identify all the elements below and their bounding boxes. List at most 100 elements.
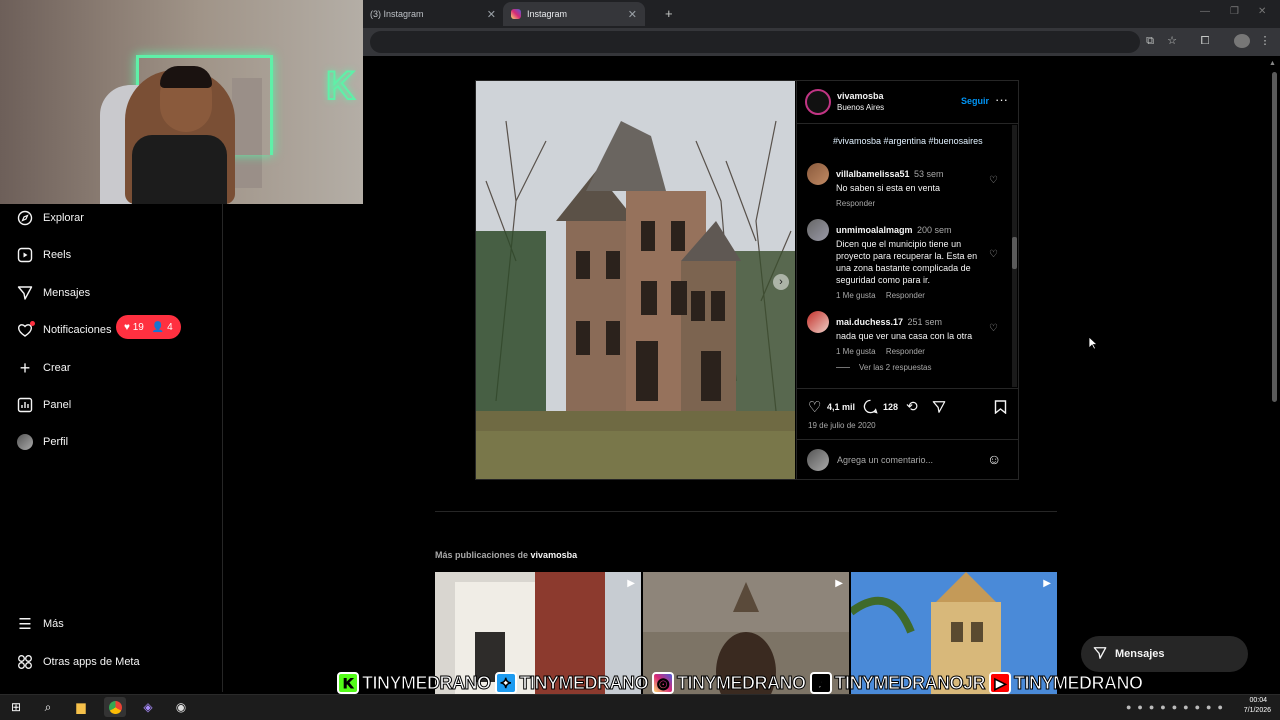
close-window-icon[interactable]: ✕ xyxy=(1258,6,1266,17)
messages-float-button[interactable]: Mensajes xyxy=(1081,636,1248,672)
comments-scroll-thumb[interactable] xyxy=(1012,237,1017,269)
close-icon[interactable]: ✕ xyxy=(487,8,496,21)
comment-like-icon[interactable]: ♡ xyxy=(989,175,998,186)
follow-button[interactable]: Seguir xyxy=(961,96,989,106)
nav-item-mas[interactable]: ☰ Más xyxy=(16,612,64,636)
next-photo-icon[interactable]: › xyxy=(773,274,789,290)
author-username[interactable]: vivamosba xyxy=(837,91,884,101)
mouse-cursor-icon xyxy=(1088,336,1099,355)
comment-like-icon[interactable]: ♡ xyxy=(989,323,998,334)
reels-icon xyxy=(16,246,34,264)
comment-icon[interactable] xyxy=(863,399,878,419)
nav-item-mensajes[interactable]: Mensajes xyxy=(16,281,90,305)
comment-text: nada que ver una casa con la otra xyxy=(836,331,973,341)
chrome-icon[interactable] xyxy=(104,697,126,717)
twitter-handle: ✦ TINYMEDRANO xyxy=(494,672,649,694)
comment-username[interactable]: villalbamelissa51 xyxy=(836,169,910,179)
commenter-avatar[interactable] xyxy=(807,311,829,333)
follows-count: 👤 4 xyxy=(151,321,173,333)
post-location[interactable]: Buenos Aires xyxy=(837,103,884,112)
comment-count[interactable]: 128 xyxy=(883,402,898,412)
comment-text: Dicen que el municipio tiene un proyecto… xyxy=(836,239,978,285)
comment-username[interactable]: unmimoalalmagm xyxy=(836,225,913,235)
windows-taskbar xyxy=(0,694,1280,720)
restore-icon[interactable]: ❐ xyxy=(1230,6,1239,17)
abandoned-house-illustration xyxy=(476,81,795,479)
nav-item-notificaciones[interactable]: Notificaciones xyxy=(16,318,111,342)
nav-label: Notificaciones xyxy=(43,324,112,336)
clock-time[interactable]: 00:04 xyxy=(1243,697,1267,704)
nav-item-panel[interactable]: Panel xyxy=(16,393,71,417)
discord-icon[interactable]: ◈ xyxy=(137,697,159,717)
repost-icon[interactable]: ⟲ xyxy=(906,398,918,415)
scroll-up-icon[interactable]: ▲ xyxy=(1269,60,1276,67)
share-icon[interactable] xyxy=(932,400,946,419)
address-bar[interactable] xyxy=(370,31,1140,53)
follows-count-value: 4 xyxy=(167,321,173,333)
nav-label: Perfil xyxy=(43,436,69,448)
nav-item-explorar[interactable]: Explorar xyxy=(16,206,84,230)
nav-item-crear[interactable]: + Crear xyxy=(16,356,71,380)
search-icon[interactable]: ⌕ xyxy=(37,697,59,717)
tiktok-icon: ♪ xyxy=(809,672,832,694)
current-user-avatar xyxy=(807,449,829,471)
comment-like-icon[interactable]: ♡ xyxy=(989,249,998,260)
reply-link[interactable]: Responder xyxy=(886,291,925,300)
more-options-icon[interactable]: ··· xyxy=(995,92,1008,107)
new-tab-button[interactable]: + xyxy=(665,6,673,21)
browser-tab-inactive[interactable]: (3) Instagram ✕ xyxy=(362,2,504,26)
like-count[interactable]: 4,1 mil xyxy=(827,402,855,412)
comment-likes[interactable]: 1 Me gusta xyxy=(836,291,876,300)
reply-link[interactable]: Responder xyxy=(836,199,986,208)
clock-date[interactable]: 7/1/2026 xyxy=(1235,707,1271,714)
handle-text: TINYMEDRANO xyxy=(1014,672,1144,693)
view-replies-link[interactable]: Ver las 2 respuestas xyxy=(859,363,931,372)
handle-text: TINYMEDRANO xyxy=(519,672,649,693)
more-posts-user[interactable]: vivamosba xyxy=(531,550,578,560)
comment-likes[interactable]: 1 Me gusta xyxy=(836,347,876,356)
youtube-handle: ▶ TINYMEDRANO xyxy=(989,672,1144,694)
commenter-avatar[interactable] xyxy=(807,163,829,185)
notifications-badge: ♥ 19 👤 4 xyxy=(116,315,181,339)
post-hashtags[interactable]: #vivamosba #argentina #buenosaires xyxy=(833,136,983,146)
chart-icon xyxy=(16,396,34,414)
author-avatar[interactable] xyxy=(805,89,831,115)
webcam-shirt xyxy=(132,135,227,204)
like-icon[interactable]: ♡ xyxy=(808,398,821,416)
page-scrollbar-thumb[interactable] xyxy=(1272,72,1277,402)
system-tray-icons[interactable]: ●●●●●●●●● xyxy=(1126,702,1229,712)
twitter-bird-icon: ✦ xyxy=(494,672,517,694)
nav-label: Crear xyxy=(43,362,71,374)
file-explorer-icon[interactable]: ▆ xyxy=(70,697,92,717)
reply-link[interactable]: Responder xyxy=(886,347,925,356)
comment-text: No saben si esta en venta xyxy=(836,183,941,193)
commenter-avatar[interactable] xyxy=(807,219,829,241)
profile-icon[interactable] xyxy=(1234,34,1250,48)
obs-icon[interactable]: ◉ xyxy=(170,697,192,717)
more-posts-prefix: Más publicaciones de xyxy=(435,550,529,560)
comment-username[interactable]: mai.duchess.17 xyxy=(836,317,903,327)
browser-tab-active[interactable]: Instagram ✕ xyxy=(503,2,645,26)
reel-icon: ▶ xyxy=(627,578,635,589)
emoji-icon[interactable]: ☺ xyxy=(987,451,1001,467)
instagram-icon xyxy=(511,9,521,19)
minimize-icon[interactable]: — xyxy=(1200,6,1210,17)
install-icon[interactable]: ⧉ xyxy=(1143,34,1157,48)
post-photo[interactable] xyxy=(476,81,795,479)
likes-count: ♥ 19 xyxy=(124,321,144,333)
nav-item-reels[interactable]: Reels xyxy=(16,243,71,267)
comment-time: 200 sem xyxy=(916,225,952,235)
comment-input[interactable]: Agrega un comentario... xyxy=(837,455,933,465)
extensions-icon[interactable]: ⧠ xyxy=(1198,34,1212,48)
nav-item-otras-apps[interactable]: Otras apps de Meta xyxy=(16,650,140,674)
nav-label: Explorar xyxy=(43,212,84,224)
actions-divider xyxy=(797,388,1019,389)
bookmark-icon[interactable] xyxy=(994,400,1007,419)
kick-icon: K xyxy=(337,672,359,694)
close-icon[interactable]: ✕ xyxy=(628,8,637,21)
star-icon[interactable]: ☆ xyxy=(1165,34,1179,48)
windows-start-icon[interactable]: ⊞ xyxy=(5,697,27,717)
kebab-menu-icon[interactable]: ⋮ xyxy=(1258,34,1272,48)
nav-item-perfil[interactable]: Perfil xyxy=(16,430,68,454)
handle-text: TINYMEDRANO xyxy=(362,672,492,693)
